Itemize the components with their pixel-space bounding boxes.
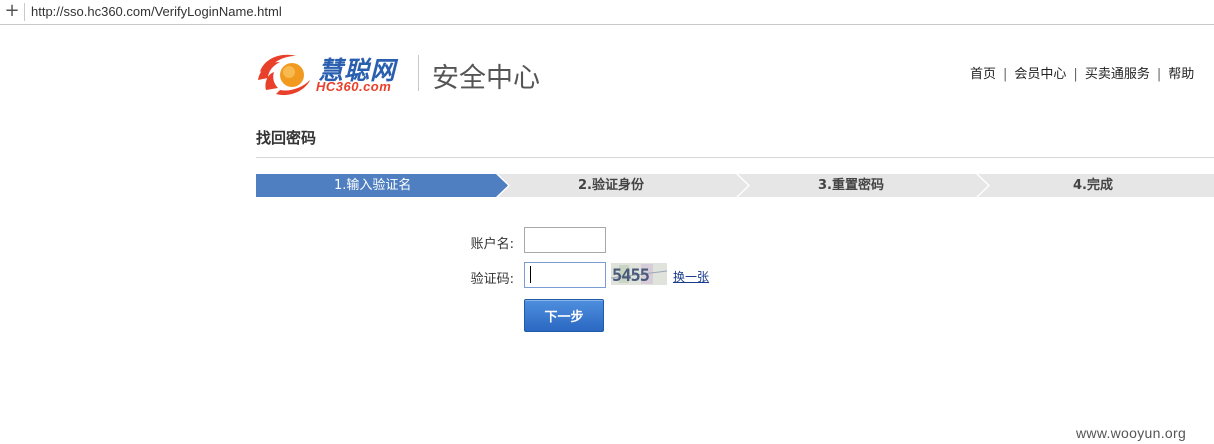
hc360-logo-icon[interactable] xyxy=(256,50,316,98)
next-step-button[interactable]: 下一步 xyxy=(524,299,604,332)
logo-english-text: HC360.com xyxy=(316,79,392,94)
address-bar-divider xyxy=(24,3,25,21)
nav-separator: | xyxy=(1073,67,1078,82)
nav-separator: | xyxy=(1003,67,1008,82)
account-name-label: 账户名: xyxy=(470,237,514,252)
step-2-label: 2.验证身份 xyxy=(578,178,644,193)
url-text[interactable]: http://sso.hc360.com/VerifyLoginName.htm… xyxy=(31,4,282,19)
refresh-captcha-link[interactable]: 换一张 xyxy=(673,268,709,285)
captcha-image[interactable]: 5455 xyxy=(611,263,667,285)
step-3-label: 3.重置密码 xyxy=(818,178,884,193)
captcha-characters: 5455 xyxy=(612,266,650,285)
step-1-label: 1.输入验证名 xyxy=(334,178,412,193)
nav-help-link[interactable]: 帮助 xyxy=(1168,67,1194,82)
new-tab-plus-icon[interactable]: + xyxy=(4,2,20,20)
nav-separator: | xyxy=(1156,67,1162,82)
title-divider xyxy=(256,157,1214,158)
text-caret xyxy=(530,266,531,283)
captcha-label: 验证码: xyxy=(470,272,514,287)
browser-address-bar: + http://sso.hc360.com/VerifyLoginName.h… xyxy=(0,0,1214,25)
nav-home-link[interactable]: 首页 xyxy=(970,67,996,82)
step-progress-bar: 1.输入验证名 2.验证身份 3.重置密码 4.完成 xyxy=(256,174,1214,197)
nav-trade-service-link[interactable]: 买卖通服务 xyxy=(1085,67,1150,82)
account-name-input[interactable] xyxy=(524,227,606,253)
logo-divider xyxy=(418,55,419,91)
page-title: 找回密码 xyxy=(256,129,317,147)
watermark-text: www.wooyun.org xyxy=(1076,425,1187,441)
step-4-label: 4.完成 xyxy=(1073,178,1113,193)
security-center-title: 安全中心 xyxy=(432,63,540,94)
nav-member-center-link[interactable]: 会员中心 xyxy=(1014,67,1066,82)
top-nav: 首页 | 会员中心 | 买卖通服务 | 帮助 xyxy=(970,63,1194,82)
captcha-input[interactable] xyxy=(524,262,606,288)
